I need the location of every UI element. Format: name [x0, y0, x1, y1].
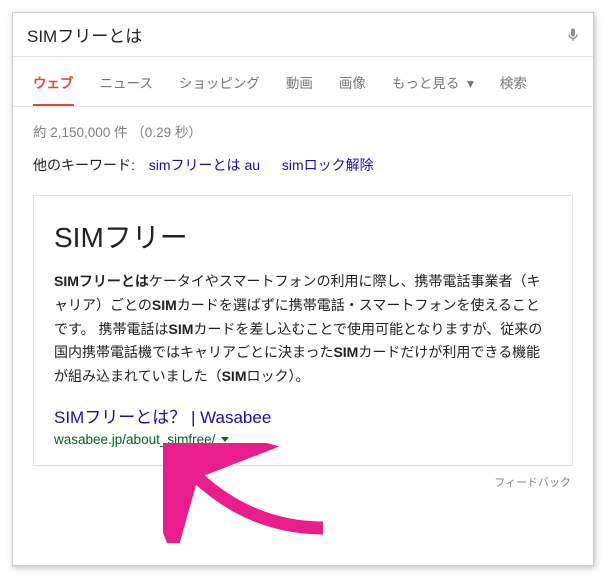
related-keyword-link[interactable]: simフリーとは au: [149, 157, 260, 173]
answer-source-url[interactable]: wasabee.jp/about_simfree/: [54, 432, 229, 447]
answer-source-url-text: wasabee.jp/about_simfree/: [54, 432, 215, 447]
tab-more[interactable]: もっと見る ▾: [392, 57, 474, 106]
related-keywords-label: 他のキーワード:: [33, 157, 135, 173]
feedback-link[interactable]: フィードバック: [13, 474, 593, 490]
search-tabs: ウェブ ニュース ショッピング 動画 画像 もっと見る ▾ 検索: [13, 57, 593, 107]
tab-search-tools[interactable]: 検索: [500, 57, 527, 106]
result-stats: 約 2,150,000 件 （0.29 秒）: [13, 107, 593, 155]
tab-image[interactable]: 画像: [339, 57, 366, 106]
related-keyword-link[interactable]: simロック解除: [282, 157, 374, 173]
tab-web[interactable]: ウェブ: [33, 57, 74, 106]
related-keywords: 他のキーワード: simフリーとは au simロック解除: [13, 155, 593, 195]
answer-source-link[interactable]: SIMフリーとは？ | Wasabee: [54, 403, 552, 428]
search-input[interactable]: [27, 25, 565, 45]
search-page-frame: ウェブ ニュース ショッピング 動画 画像 もっと見る ▾ 検索 約 2,150…: [12, 12, 594, 566]
answer-card-title: SIMフリー: [54, 216, 552, 256]
answer-card-body: SIMフリーとはケータイやスマートフォンの利用に際し、携帯電話事業者（キャリア）…: [54, 270, 552, 389]
mic-icon[interactable]: [565, 24, 581, 46]
tab-more-label: もっと見る: [392, 76, 460, 91]
chevron-down-icon: [221, 437, 229, 442]
tab-news[interactable]: ニュース: [100, 57, 153, 106]
search-bar: [13, 13, 593, 57]
chevron-down-icon: ▾: [467, 76, 474, 91]
tab-video[interactable]: 動画: [286, 57, 313, 106]
answer-card: SIMフリー SIMフリーとはケータイやスマートフォンの利用に際し、携帯電話事業…: [33, 195, 573, 466]
tab-shopping[interactable]: ショッピング: [179, 57, 260, 106]
